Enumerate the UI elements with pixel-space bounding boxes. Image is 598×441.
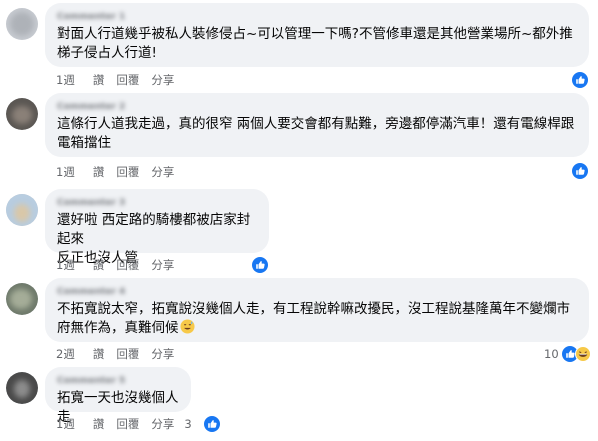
comment-actions: 1週 讚 回覆 分享 <box>56 257 186 273</box>
share-button[interactable]: 分享 <box>151 416 174 432</box>
reaction-summary[interactable]: 3 <box>184 415 220 433</box>
reaction-summary[interactable] <box>572 71 588 89</box>
comment-text: 這條行人道我走過，真的很窄 兩個人要交會都有點難，旁邊都停滿汽車！還有電線桿跟電… <box>57 116 575 151</box>
reply-button[interactable]: 回覆 <box>116 72 139 88</box>
like-button[interactable]: 讚 <box>93 257 105 273</box>
comment-time[interactable]: 1週 <box>56 257 75 273</box>
comment-text: 不拓寬說太窄，拓寬說沒幾個人走，有工程說幹嘛改擾民，沒工程說基隆萬年不變爛市府無… <box>57 300 577 338</box>
comment-actions: 1週 讚 回覆 分享 3 <box>56 416 232 432</box>
commenter-name[interactable]: Commenter 4 <box>57 286 577 298</box>
comment-actions: 1週 讚 回覆 分享 <box>56 164 186 180</box>
reply-button[interactable]: 回覆 <box>116 257 139 273</box>
like-icon <box>203 416 220 432</box>
comment-bubble: Commenter 5 拓寬一天也沒幾個人走 <box>45 367 191 425</box>
like-icon <box>572 72 588 88</box>
comment-text-line: 還好啦 西定路的騎樓都被店家封起來 <box>57 212 251 247</box>
like-icon <box>572 163 588 179</box>
sweat-smile-emoji-icon <box>179 319 195 334</box>
comment-bubble: Commenter 1 對面人行道幾乎被私人裝修侵占~可以管理一下嗎?不管修車還… <box>45 3 589 67</box>
share-button[interactable]: 分享 <box>151 257 174 273</box>
laugh-icon <box>574 346 591 362</box>
share-button[interactable]: 分享 <box>151 72 174 88</box>
reply-button[interactable]: 回覆 <box>116 416 139 432</box>
like-button[interactable]: 讚 <box>93 346 105 362</box>
comment-time[interactable]: 1週 <box>56 416 75 432</box>
comment-bubble: Commenter 4 不拓寬說太窄，拓寬說沒幾個人走，有工程說幹嘛改擾民，沒工… <box>45 278 589 342</box>
commenter-name[interactable]: Commenter 5 <box>57 375 179 387</box>
reply-button[interactable]: 回覆 <box>116 164 139 180</box>
share-button[interactable]: 分享 <box>151 346 174 362</box>
comment-time[interactable]: 1週 <box>56 164 75 180</box>
avatar[interactable] <box>6 283 38 315</box>
reaction-summary[interactable]: 10 <box>544 345 591 363</box>
avatar[interactable] <box>6 194 38 226</box>
avatar[interactable] <box>6 372 38 404</box>
comment-time[interactable]: 1週 <box>56 72 75 88</box>
reaction-count: 10 <box>544 347 559 361</box>
comment-text: 對面人行道幾乎被私人裝修侵占~可以管理一下嗎?不管修車還是其他營業場所~都外推梯… <box>57 26 573 61</box>
comment-actions: 1週 讚 回覆 分享 <box>56 72 186 88</box>
commenter-name[interactable]: Commenter 3 <box>57 197 257 209</box>
share-button[interactable]: 分享 <box>151 164 174 180</box>
reaction-count: 3 <box>184 417 192 431</box>
like-icon <box>252 257 268 273</box>
comment-actions: 2週 讚 回覆 分享 <box>56 346 186 362</box>
like-button[interactable]: 讚 <box>93 72 105 88</box>
comment-bubble: Commenter 3 還好啦 西定路的騎樓都被店家封起來 反正也沒人管 <box>45 189 269 266</box>
like-button[interactable]: 讚 <box>93 164 105 180</box>
commenter-name[interactable]: Commenter 2 <box>57 101 577 113</box>
reaction-summary[interactable] <box>252 256 268 274</box>
reaction-summary[interactable] <box>572 162 588 180</box>
comment-text-content: 不拓寬說太窄，拓寬說沒幾個人走，有工程說幹嘛改擾民，沒工程說基隆萬年不變爛市府無… <box>57 301 570 336</box>
like-button[interactable]: 讚 <box>93 416 105 432</box>
avatar[interactable] <box>6 98 38 130</box>
commenter-name[interactable]: Commenter 1 <box>57 11 577 23</box>
comment-time[interactable]: 2週 <box>56 346 75 362</box>
reply-button[interactable]: 回覆 <box>116 346 139 362</box>
comment-bubble: Commenter 2 這條行人道我走過，真的很窄 兩個人要交會都有點難，旁邊都… <box>45 93 589 157</box>
avatar[interactable] <box>6 8 38 40</box>
